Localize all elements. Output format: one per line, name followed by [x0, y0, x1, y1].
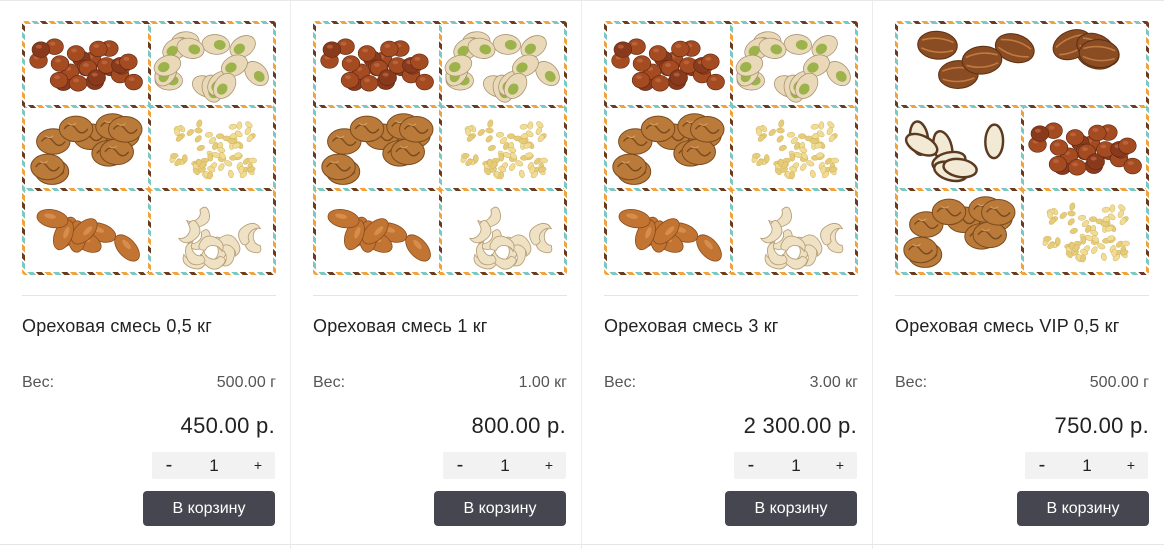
divider — [604, 295, 858, 296]
hazelnut-photo — [1023, 107, 1146, 189]
increase-quantity-button[interactable]: + — [1116, 452, 1146, 479]
weight-value: 1.00 кг — [518, 374, 567, 391]
weight-value: 500.00 г — [1089, 374, 1149, 391]
weight-row: Вес: 1.00 кг — [313, 374, 567, 394]
pecan-photo — [898, 24, 1146, 105]
product-title[interactable]: Ореховая смесь VIP 0,5 кг — [895, 315, 1149, 337]
product-image[interactable] — [22, 21, 276, 275]
almond-photo — [316, 191, 439, 272]
pine-nut-photo — [441, 107, 564, 189]
increase-quantity-button[interactable]: + — [825, 452, 855, 479]
increase-quantity-button[interactable]: + — [534, 452, 564, 479]
quantity-stepper: - + — [734, 452, 857, 479]
weight-label: Вес: — [895, 374, 928, 391]
pistachio-photo — [732, 24, 855, 105]
cashew-photo — [150, 191, 273, 272]
decrease-quantity-button[interactable]: - — [445, 452, 475, 479]
quantity-input[interactable] — [192, 452, 236, 479]
add-to-cart-button[interactable]: В корзину — [434, 491, 566, 526]
divider — [22, 295, 276, 296]
quantity-stepper: - + — [1025, 452, 1148, 479]
quantity-stepper: - + — [443, 452, 566, 479]
product-image-collage — [898, 24, 1146, 272]
walnut-photo — [316, 107, 439, 189]
hazelnut-photo — [316, 24, 439, 105]
weight-row: Вес: 500.00 г — [22, 374, 276, 394]
pistachio-photo — [150, 24, 273, 105]
weight-row: Вес: 500.00 г — [895, 374, 1149, 394]
product-title[interactable]: Ореховая смесь 1 кг — [313, 315, 567, 337]
weight-label: Вес: — [22, 374, 55, 391]
product-image[interactable] — [313, 21, 567, 275]
product-price: 800.00 р. — [471, 413, 566, 438]
divider — [895, 295, 1149, 296]
decrease-quantity-button[interactable]: - — [154, 452, 184, 479]
product-card: Ореховая смесь 0,5 кг Вес: 500.00 г 450.… — [0, 1, 291, 549]
cashew-photo — [732, 191, 855, 272]
cashew-photo — [441, 191, 564, 272]
walnut-photo — [25, 107, 148, 189]
divider — [313, 295, 567, 296]
quantity-input[interactable] — [1065, 452, 1109, 479]
almond-photo — [25, 191, 148, 272]
product-image-collage — [607, 24, 855, 272]
weight-label: Вес: — [313, 374, 346, 391]
product-card: Ореховая смесь VIP 0,5 кг Вес: 500.00 г … — [873, 1, 1164, 549]
product-image-collage — [316, 24, 564, 272]
product-title[interactable]: Ореховая смесь 3 кг — [604, 315, 858, 337]
product-price: 450.00 р. — [180, 413, 275, 438]
pine-nut-photo — [732, 107, 855, 189]
product-price: 2 300.00 р. — [743, 413, 857, 438]
add-to-cart-button[interactable]: В корзину — [1017, 491, 1149, 526]
pine-nut-photo — [1023, 191, 1146, 272]
pine-nut-photo — [150, 107, 273, 189]
product-card: Ореховая смесь 1 кг Вес: 1.00 кг 800.00 … — [291, 1, 582, 549]
weight-value: 3.00 кг — [809, 374, 858, 391]
product-image-collage — [25, 24, 273, 272]
product-price: 750.00 р. — [1054, 413, 1149, 438]
walnut-photo — [607, 107, 730, 189]
weight-value: 500.00 г — [216, 374, 276, 391]
weight-label: Вес: — [604, 374, 637, 391]
hazelnut-photo — [25, 24, 148, 105]
almond-photo — [607, 191, 730, 272]
product-grid: Ореховая смесь 0,5 кг Вес: 500.00 г 450.… — [0, 0, 1164, 549]
decrease-quantity-button[interactable]: - — [1027, 452, 1057, 479]
add-to-cart-button[interactable]: В корзину — [725, 491, 857, 526]
weight-row: Вес: 3.00 кг — [604, 374, 858, 394]
add-to-cart-button[interactable]: В корзину — [143, 491, 275, 526]
quantity-stepper: - + — [152, 452, 275, 479]
product-image[interactable] — [895, 21, 1149, 275]
quantity-input[interactable] — [483, 452, 527, 479]
brazil-nut-photo — [898, 107, 1021, 189]
hazelnut-photo — [607, 24, 730, 105]
pistachio-photo — [441, 24, 564, 105]
quantity-input[interactable] — [774, 452, 818, 479]
decrease-quantity-button[interactable]: - — [736, 452, 766, 479]
walnut-photo — [898, 191, 1021, 272]
increase-quantity-button[interactable]: + — [243, 452, 273, 479]
product-image[interactable] — [604, 21, 858, 275]
product-title[interactable]: Ореховая смесь 0,5 кг — [22, 315, 276, 337]
product-card: Ореховая смесь 3 кг Вес: 3.00 кг 2 300.0… — [582, 1, 873, 549]
